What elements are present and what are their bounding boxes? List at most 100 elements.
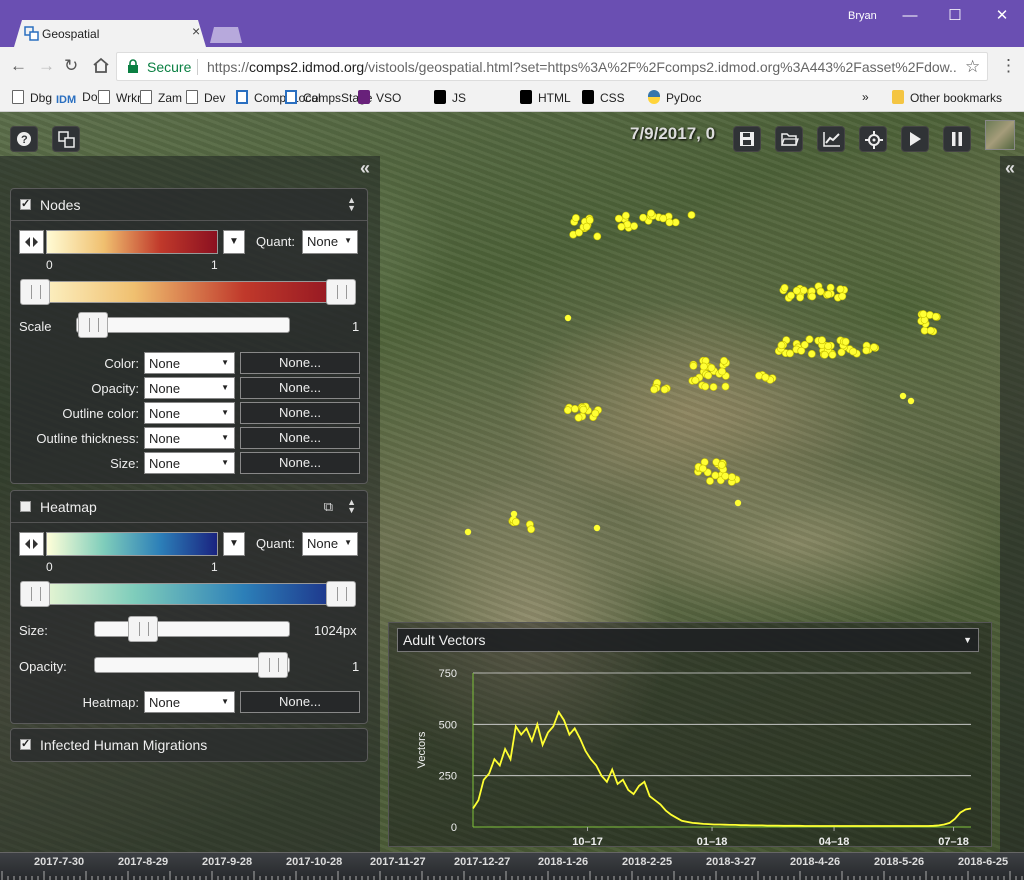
open-button[interactable] (775, 126, 803, 152)
collapse-left-icon[interactable]: « (360, 158, 370, 179)
browser-titlebar: Geospatial × Bryan — ☐ ✕ (0, 0, 1024, 47)
node-marker (700, 458, 709, 466)
size-slider[interactable] (94, 621, 290, 637)
basemap-thumbnail[interactable] (985, 120, 1015, 150)
node-marker (796, 293, 804, 302)
bookmark-9[interactable]: HTML (520, 90, 571, 105)
x-tick-label: 10–17 (572, 836, 603, 845)
center-view-button[interactable] (859, 126, 887, 152)
back-icon[interactable]: ← (10, 56, 27, 76)
timeline-label: 2017-9-28 (202, 856, 253, 868)
layers-icon (58, 131, 75, 148)
bookmark-star-icon[interactable]: ☆ (965, 57, 980, 77)
scale-slider[interactable] (76, 317, 290, 333)
address-bar[interactable]: Secure https://comps2.idmod.org/vistools… (116, 52, 988, 81)
chart-button[interactable] (817, 126, 845, 152)
url-text[interactable]: https://comps2.idmod.org/vistools/geospa… (207, 59, 957, 75)
profile-name[interactable]: Bryan (848, 10, 877, 22)
nodes-range-max-handle[interactable] (326, 279, 356, 305)
tab-close-icon[interactable]: × (192, 23, 200, 39)
browser-menu-icon[interactable]: ⋮ (1000, 56, 1017, 76)
bookmark-1[interactable]: IDM Dox (56, 90, 104, 106)
nodes-range-min-handle[interactable] (20, 279, 50, 305)
nodes-color-ramp[interactable] (46, 230, 218, 254)
scale-slider-handle[interactable] (78, 312, 108, 338)
timeline-bar[interactable]: 2017-7-30 2017-8-29 2017-9-28 2017-10-28 201… (0, 852, 1024, 880)
node-marker (820, 350, 829, 359)
home-icon[interactable] (92, 57, 110, 74)
nodes-swap-colors-button[interactable] (19, 230, 44, 254)
bookmark-10[interactable]: CSS (582, 90, 625, 105)
map-viewer[interactable]: ? 7/9/2017, 0 « « Nodes ▲▼ ▼ Quant: No (0, 112, 1024, 880)
heatmap-prop-button[interactable]: None... (240, 691, 360, 713)
bookmark-4[interactable]: Dev (186, 90, 225, 105)
nodes-expand-icon[interactable]: ▲ ▼ (347, 196, 356, 213)
bookmark-0[interactable]: Dbg (12, 90, 52, 105)
nodes-panel-header[interactable]: Nodes ▲▼ (11, 189, 367, 221)
prop-button-1[interactable]: None... (240, 377, 360, 399)
size-slider-handle[interactable] (128, 616, 159, 642)
bookmark-11[interactable]: PyDoc (648, 90, 701, 105)
idm-icon: IDM (56, 94, 77, 106)
heatmap-color-ramp[interactable] (46, 532, 218, 556)
pause-button[interactable] (943, 126, 971, 152)
help-button[interactable]: ? (10, 126, 38, 152)
new-tab-button[interactable] (210, 27, 242, 43)
play-button[interactable] (901, 126, 929, 152)
prop-button-2[interactable]: None... (240, 402, 360, 424)
migrations-panel-header[interactable]: Infected Human Migrations (11, 729, 367, 761)
forward-icon[interactable]: → (38, 56, 55, 76)
heatmap-swap-colors-button[interactable] (19, 532, 44, 556)
layers-button[interactable] (52, 126, 80, 152)
reload-icon[interactable]: ↻ (64, 56, 78, 76)
bookmark-7[interactable]: VSO (358, 90, 401, 105)
timeline-label: 2018-4-26 (790, 856, 841, 868)
node-marker (572, 214, 580, 222)
bookmark-13[interactable]: Other bookmarks (892, 90, 1002, 105)
bookmark-8[interactable]: JS (434, 90, 466, 105)
nodes-checkbox[interactable] (20, 197, 31, 210)
node-marker (582, 222, 591, 231)
node-marker (564, 314, 572, 322)
heatmap-panel-header[interactable]: Heatmap ⧉ ▲ ▼ (11, 491, 367, 523)
y-tick-label: 500 (439, 719, 457, 731)
heatmap-quant-select[interactable]: None ▼ (302, 532, 358, 556)
heatmap-range-max-handle[interactable] (326, 581, 356, 607)
prop-select-2[interactable]: None ▼ (144, 402, 235, 424)
migrations-panel: Infected Human Migrations (10, 728, 368, 762)
bookmark-3[interactable]: Zam (140, 90, 182, 105)
prop-button-4[interactable]: None... (240, 452, 360, 474)
migrations-checkbox[interactable] (20, 737, 31, 750)
prop-button-3[interactable]: None... (240, 427, 360, 449)
heatmap-range-slider[interactable] (23, 583, 355, 605)
save-button[interactable] (733, 126, 761, 152)
heatmap-checkbox[interactable] (20, 501, 31, 512)
heatmap-prop-select[interactable]: None ▼ (144, 691, 235, 713)
swap-arrows-icon (25, 237, 38, 247)
bookmark-12[interactable]: » (862, 90, 869, 104)
collapse-right-icon[interactable]: « (1005, 158, 1015, 179)
prop-select-3[interactable]: None ▼ (144, 427, 235, 449)
node-marker (689, 361, 698, 370)
maximize-icon[interactable]: ☐ (940, 4, 970, 28)
prop-button-0[interactable]: None... (240, 352, 360, 374)
external-link-icon[interactable]: ⧉ (324, 499, 333, 515)
prop-select-0[interactable]: None ▼ (144, 352, 235, 374)
nodes-ramp-dropdown[interactable]: ▼ (223, 230, 245, 254)
heatmap-expand-icon[interactable]: ▲ ▼ (347, 498, 356, 515)
heatmap-ramp-dropdown[interactable]: ▼ (223, 532, 245, 556)
browser-tab[interactable]: Geospatial × (14, 20, 206, 47)
node-marker (728, 473, 736, 481)
bookmark-label: VSO (376, 91, 402, 105)
opacity-slider-handle[interactable] (258, 652, 288, 678)
series-line-0 (472, 710, 972, 827)
nodes-quant-select[interactable]: None ▼ (302, 230, 358, 254)
prop-select-1[interactable]: None ▼ (144, 377, 235, 399)
minimize-icon[interactable]: — (895, 4, 925, 28)
heatmap-range-min: 0 (46, 560, 53, 574)
prop-select-4[interactable]: None ▼ (144, 452, 235, 474)
heatmap-range-min-handle[interactable] (20, 581, 50, 607)
nodes-range-slider[interactable] (23, 281, 355, 303)
close-window-icon[interactable]: ✕ (987, 4, 1017, 28)
chart-series-select[interactable]: Adult Vectors ▼ (397, 628, 979, 652)
